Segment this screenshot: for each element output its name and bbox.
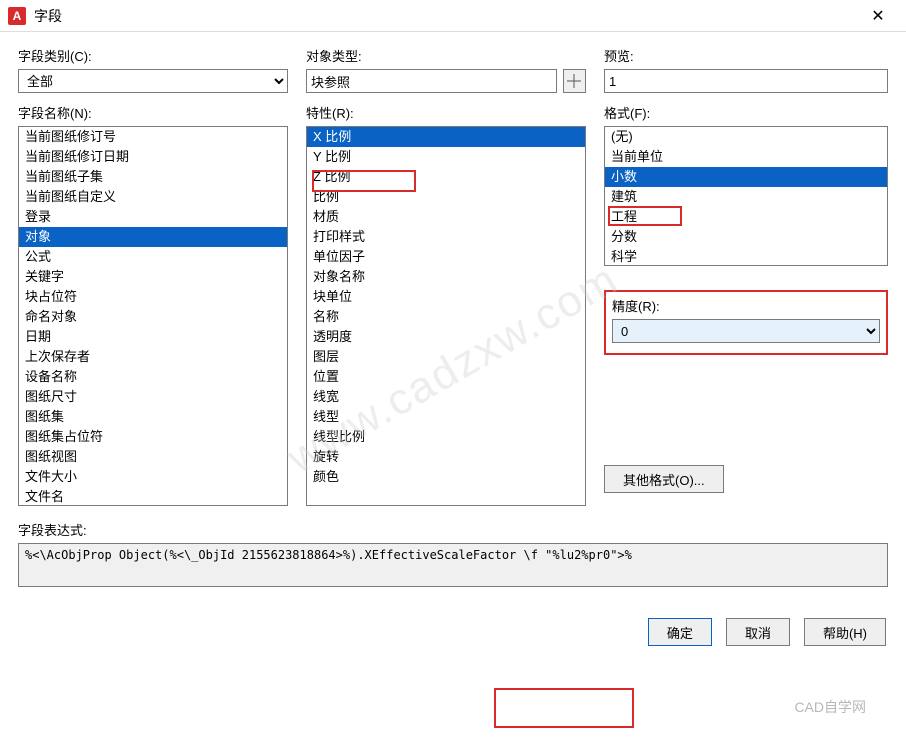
format-listbox[interactable]: (无)当前单位小数建筑工程分数科学 — [604, 126, 888, 266]
objtype-input[interactable] — [306, 69, 557, 93]
list-item[interactable]: 文件大小 — [19, 467, 287, 487]
list-item[interactable]: 设备名称 — [19, 367, 287, 387]
list-item[interactable]: 图纸尺寸 — [19, 387, 287, 407]
list-item[interactable]: 透明度 — [307, 327, 585, 347]
list-item[interactable]: 位置 — [307, 367, 585, 387]
list-item[interactable]: 科学 — [605, 247, 887, 266]
list-item[interactable]: Z 比例 — [307, 167, 585, 187]
list-item[interactable]: 当前单位 — [605, 147, 887, 167]
list-item[interactable]: 文件名 — [19, 487, 287, 506]
list-item[interactable]: 图纸集占位符 — [19, 427, 287, 447]
window-title: 字段 — [34, 6, 858, 26]
close-icon[interactable]: ✕ — [858, 0, 898, 32]
list-item[interactable]: 图纸视图 — [19, 447, 287, 467]
list-item[interactable]: 材质 — [307, 207, 585, 227]
list-item[interactable]: 旋转 — [307, 447, 585, 467]
list-item[interactable]: 关键字 — [19, 267, 287, 287]
list-item[interactable]: 比例 — [307, 187, 585, 207]
list-item[interactable]: 线宽 — [307, 387, 585, 407]
precision-group: 精度(R): 0 — [604, 290, 888, 355]
list-item[interactable]: 日期 — [19, 327, 287, 347]
list-item[interactable]: 颜色 — [307, 467, 585, 487]
titlebar: A 字段 ✕ — [0, 0, 906, 32]
preview-label: 预览: — [604, 46, 888, 65]
objtype-label: 对象类型: — [306, 46, 586, 65]
expression-label: 字段表达式: — [18, 520, 888, 539]
pick-object-button[interactable] — [563, 69, 586, 93]
list-item[interactable]: 公式 — [19, 247, 287, 267]
category-label: 字段类别(C): — [18, 46, 288, 65]
app-logo-icon: A — [8, 7, 26, 25]
cancel-button[interactable]: 取消 — [726, 618, 790, 646]
dialog-footer: 确定 取消 帮助(H) — [0, 600, 906, 666]
list-item[interactable]: X 比例 — [307, 127, 585, 147]
list-item[interactable]: 对象名称 — [307, 267, 585, 287]
category-select[interactable]: 全部 — [18, 69, 288, 93]
help-button[interactable]: 帮助(H) — [804, 618, 886, 646]
list-item[interactable]: 对象 — [19, 227, 287, 247]
list-item[interactable]: 打印样式 — [307, 227, 585, 247]
list-item[interactable]: 命名对象 — [19, 307, 287, 327]
preview-input[interactable] — [604, 69, 888, 93]
format-label: 格式(F): — [604, 103, 888, 122]
crosshair-icon — [567, 74, 581, 88]
list-item[interactable]: 块占位符 — [19, 287, 287, 307]
list-item[interactable]: 图纸集 — [19, 407, 287, 427]
list-item[interactable]: Y 比例 — [307, 147, 585, 167]
list-item[interactable]: 线型 — [307, 407, 585, 427]
ok-button[interactable]: 确定 — [648, 618, 712, 646]
list-item[interactable]: 建筑 — [605, 187, 887, 207]
other-format-button[interactable]: 其他格式(O)... — [604, 465, 724, 493]
field-names-listbox[interactable]: 当前图纸修订号当前图纸修订日期当前图纸子集当前图纸自定义登录对象公式关键字块占位… — [18, 126, 288, 506]
names-label: 字段名称(N): — [18, 103, 288, 122]
list-item[interactable]: 当前图纸修订日期 — [19, 147, 287, 167]
list-item[interactable]: 块单位 — [307, 287, 585, 307]
list-item[interactable]: 图层 — [307, 347, 585, 367]
list-item[interactable]: 上次保存者 — [19, 347, 287, 367]
list-item[interactable]: 线型比例 — [307, 427, 585, 447]
list-item[interactable]: 工程 — [605, 207, 887, 227]
property-label: 特性(R): — [306, 103, 586, 122]
annotation-highlight — [494, 688, 634, 728]
list-item[interactable]: 名称 — [307, 307, 585, 327]
list-item[interactable]: 当前图纸自定义 — [19, 187, 287, 207]
list-item[interactable]: 当前图纸子集 — [19, 167, 287, 187]
list-item[interactable]: 小数 — [605, 167, 887, 187]
watermark-brand: CAD自学网 — [794, 697, 866, 717]
list-item[interactable]: 分数 — [605, 227, 887, 247]
list-item[interactable]: 单位因子 — [307, 247, 585, 267]
list-item[interactable]: (无) — [605, 127, 887, 147]
properties-listbox[interactable]: X 比例Y 比例Z 比例比例材质打印样式单位因子对象名称块单位名称透明度图层位置… — [306, 126, 586, 506]
precision-select[interactable]: 0 — [612, 319, 880, 343]
precision-label: 精度(R): — [612, 296, 880, 315]
list-item[interactable]: 登录 — [19, 207, 287, 227]
expression-textarea: %<\AcObjProp Object(%<\_ObjId 2155623818… — [18, 543, 888, 587]
list-item[interactable]: 当前图纸修订号 — [19, 127, 287, 147]
